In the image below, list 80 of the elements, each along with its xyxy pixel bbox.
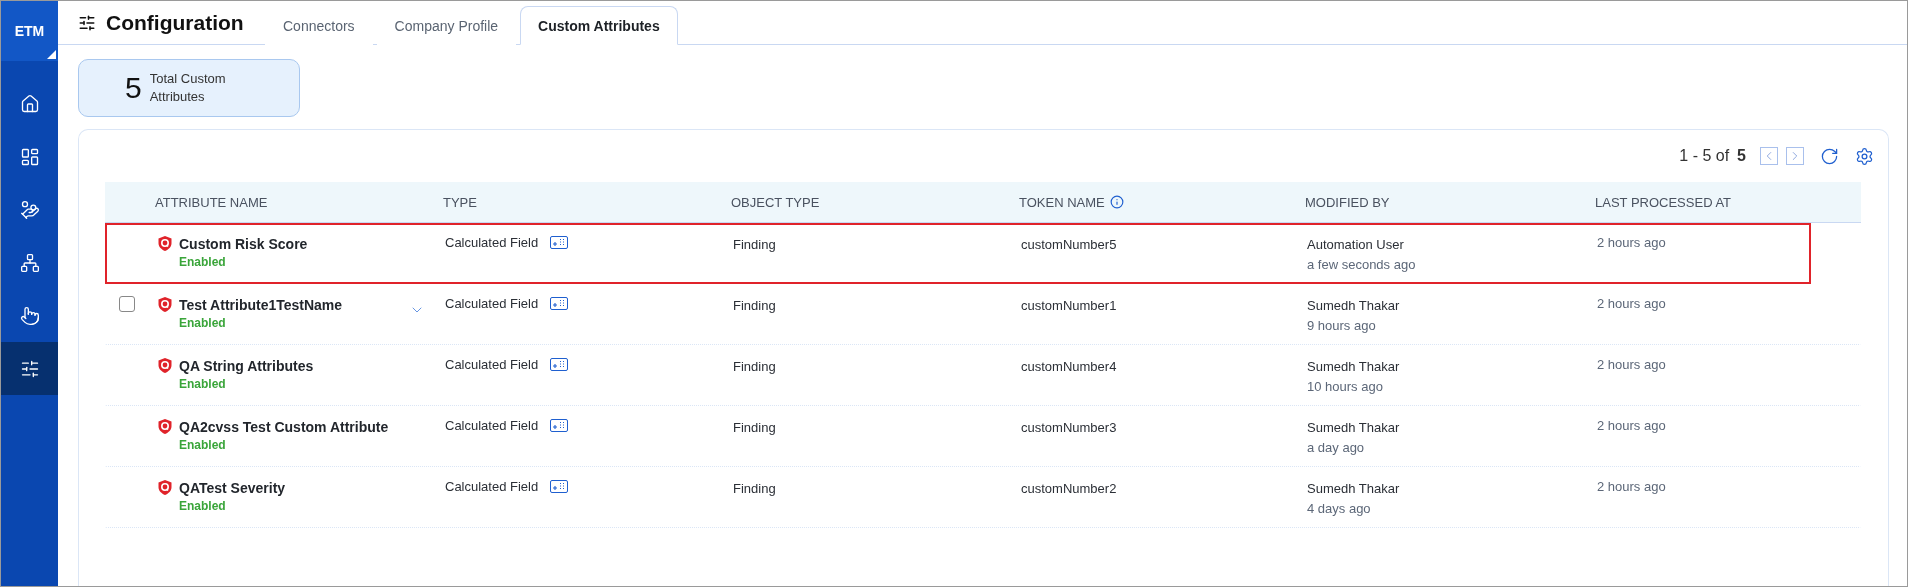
table-cell: Finding — [733, 359, 776, 374]
summary-label: Total Custom Attributes — [149, 70, 227, 106]
modified-time: 4 days ago — [1307, 501, 1372, 516]
table-row[interactable]: Test Attribute1TestName Enabled Calculated Field Finding customNumber1 Sumedh Thakar 9 hours ago 2 hours ago — [105, 284, 1861, 345]
table-row[interactable]: QA String Attributes Enabled Calculated Field Finding customNumber4 Sumedh Thakar 10 hours ago 2 hours ago — [105, 345, 1861, 406]
formula-icon[interactable] — [550, 236, 569, 249]
table-cell: 2 hours ago — [1597, 357, 1666, 372]
status-label: Enabled — [179, 377, 227, 391]
column-header: MODIFIED BY — [1305, 194, 1390, 210]
table-cell: Finding — [733, 420, 776, 435]
column-header: TOKEN NAME — [1019, 194, 1105, 210]
column-header: ATTRIBUTE NAME — [155, 194, 268, 210]
formula-icon[interactable] — [550, 480, 569, 493]
formula-icon[interactable] — [550, 419, 569, 432]
sliders-icon — [78, 13, 96, 32]
table-cell: 2 hours ago — [1597, 418, 1666, 433]
page-total: 5 — [1737, 147, 1746, 165]
modified-time: 10 hours ago — [1307, 379, 1384, 394]
app-logo[interactable]: ETM — [1, 1, 58, 61]
table-row[interactable]: QA2cvss Test Custom Attribute Enabled Calculated Field Finding customNumber3 Sumedh Thakar a day ago 2 hours ago — [105, 406, 1861, 467]
settings-button[interactable] — [1855, 146, 1874, 166]
hand-coins-icon — [19, 199, 40, 220]
pointer-icon — [19, 305, 40, 326]
table-cell: customNumber1 — [1021, 298, 1117, 313]
sliders-icon — [19, 358, 40, 379]
table-cell: Calculated Field — [445, 296, 539, 311]
table-cell: Sumedh Thakar — [1307, 420, 1400, 435]
table-cell: Automation User — [1307, 237, 1404, 252]
table-cell: Finding — [733, 237, 776, 252]
tab[interactable]: Custom Attributes — [520, 6, 678, 45]
attribute-name[interactable]: Test Attribute1TestName — [179, 296, 343, 313]
home-icon — [19, 93, 40, 114]
table-cell: Finding — [733, 298, 776, 313]
table-cell: Sumedh Thakar — [1307, 359, 1400, 374]
info-icon[interactable] — [1109, 195, 1124, 209]
attribute-name[interactable]: QA String Attributes — [179, 357, 314, 374]
table-cell: customNumber5 — [1021, 237, 1117, 252]
table-cell: Sumedh Thakar — [1307, 298, 1400, 313]
summary-count: 5 — [125, 71, 142, 105]
status-label: Enabled — [179, 499, 227, 513]
page-title: Configuration — [106, 10, 244, 35]
table-cell: customNumber4 — [1021, 359, 1117, 374]
status-label: Enabled — [179, 255, 227, 269]
status-label: Enabled — [179, 438, 227, 452]
table-cell: Sumedh Thakar — [1307, 481, 1400, 496]
table-row[interactable]: Custom Risk Score Enabled Calculated Field Finding customNumber5 Automation User a few seconds ago 2 hours ago — [105, 223, 1811, 284]
table-cell: Calculated Field — [445, 479, 539, 494]
column-header: LAST PROCESSED AT — [1595, 194, 1732, 210]
attribute-name[interactable]: QATest Severity — [179, 479, 286, 496]
column-header: TYPE — [443, 194, 477, 210]
table-cell: customNumber3 — [1021, 420, 1117, 435]
dashboard-icon — [19, 146, 40, 167]
formula-icon[interactable] — [550, 358, 569, 371]
refresh-button[interactable] — [1820, 146, 1839, 166]
shield-icon — [157, 479, 173, 496]
network-icon — [19, 252, 40, 273]
attribute-name[interactable]: Custom Risk Score — [179, 235, 308, 252]
row-checkbox[interactable] — [119, 296, 135, 312]
table-cell: Finding — [733, 481, 776, 496]
modified-time: a day ago — [1307, 440, 1366, 455]
table-row[interactable]: QATest Severity Enabled Calculated Field Finding customNumber2 Sumedh Thakar 4 days ago 2 hours ago — [105, 467, 1861, 528]
table-cell: Calculated Field — [445, 418, 539, 433]
shield-icon — [157, 235, 173, 252]
page-range: 1 - 5 of — [1679, 147, 1730, 165]
attribute-name[interactable]: QA2cvss Test Custom Attribute — [179, 418, 389, 435]
shield-icon — [157, 296, 173, 313]
table-cell: customNumber2 — [1021, 481, 1117, 496]
modified-time: 9 hours ago — [1307, 318, 1377, 333]
formula-icon[interactable] — [550, 297, 569, 310]
shield-icon — [157, 357, 173, 374]
table-cell: 2 hours ago — [1597, 479, 1666, 494]
status-label: Enabled — [179, 316, 227, 330]
sidebar-item[interactable] — [1, 342, 58, 395]
column-header: OBJECT TYPE — [731, 194, 820, 210]
table-cell: Calculated Field — [445, 357, 539, 372]
table-cell: 2 hours ago — [1597, 296, 1666, 311]
table-cell: 2 hours ago — [1597, 235, 1666, 250]
table-cell: Calculated Field — [445, 235, 539, 250]
modified-time: a few seconds ago — [1307, 257, 1417, 272]
shield-icon — [157, 418, 173, 435]
